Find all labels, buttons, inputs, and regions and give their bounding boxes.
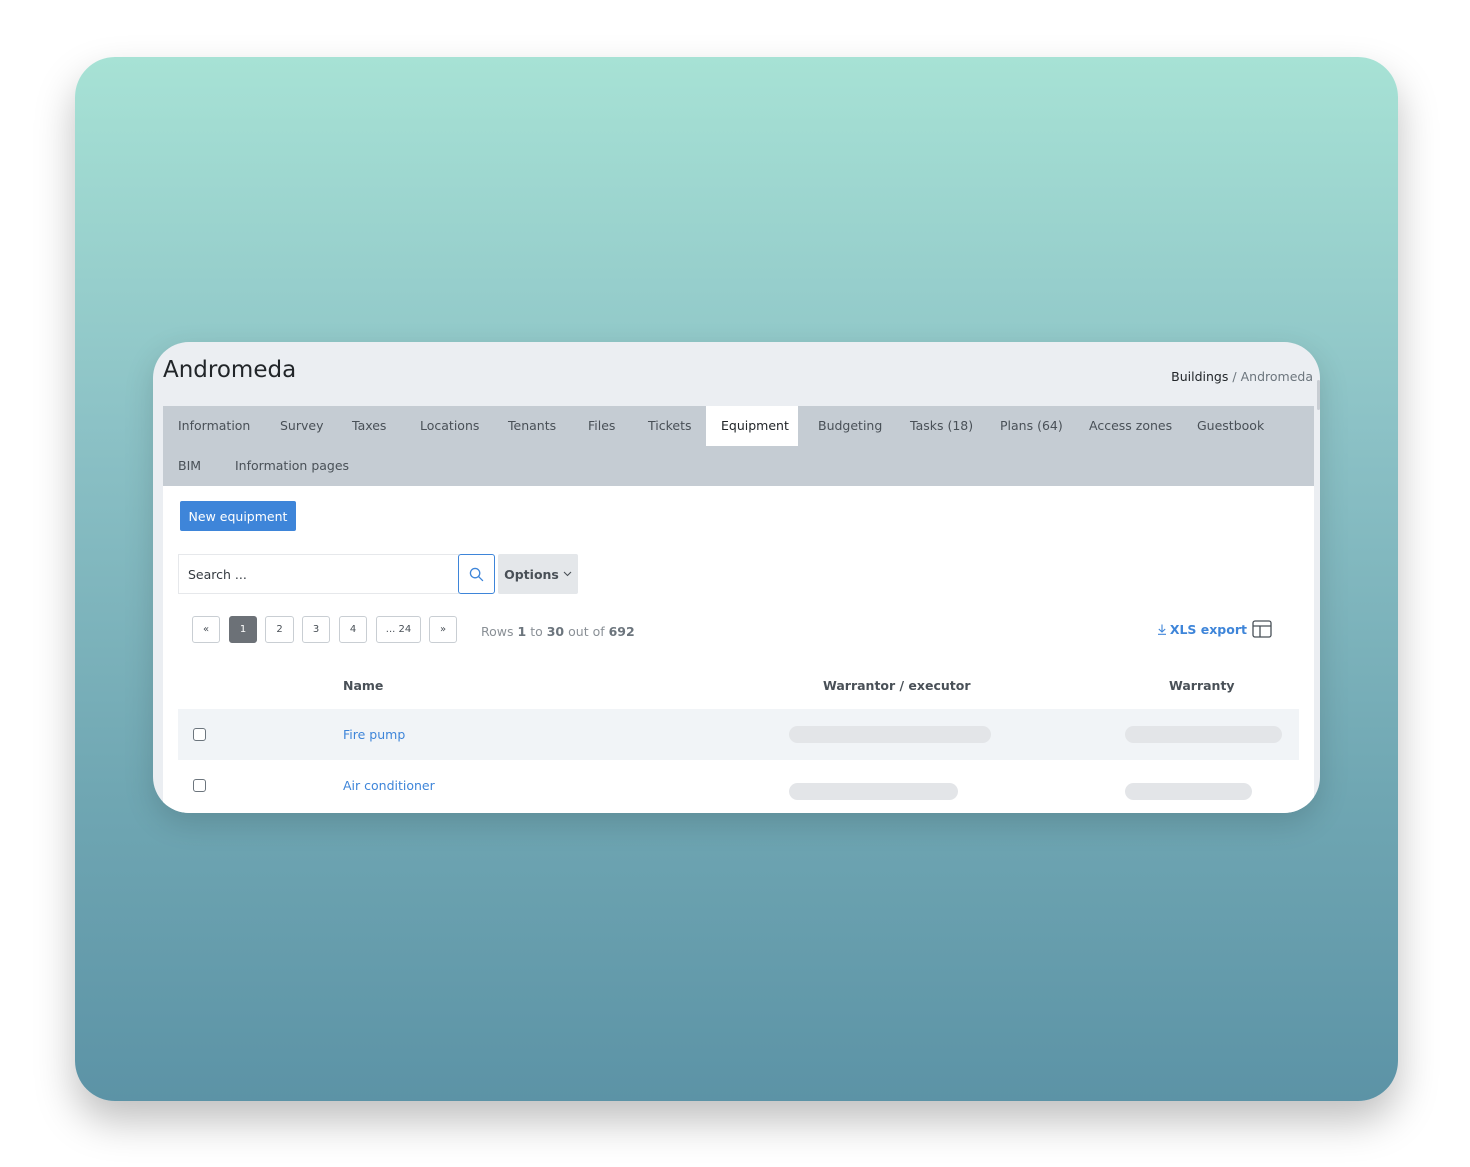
column-header-warrantor[interactable]: Warrantor / executor (823, 678, 971, 693)
loading-placeholder (1125, 783, 1252, 800)
search-button[interactable] (458, 554, 495, 594)
tab-survey[interactable]: Survey (265, 406, 338, 446)
equipment-name-link[interactable]: Fire pump (343, 727, 405, 742)
pagination-page-last[interactable]: ... 24 (376, 616, 421, 643)
column-header-warranty[interactable]: Warranty (1169, 678, 1235, 693)
xls-export-label: XLS export (1169, 622, 1247, 637)
chevron-down-icon (563, 571, 572, 577)
rows-prefix: Rows (481, 624, 514, 639)
row-checkbox[interactable] (193, 728, 206, 741)
pagination-page-2[interactable]: 2 (265, 616, 294, 643)
table-row: Air conditioner (178, 760, 1299, 811)
search-field (178, 554, 459, 594)
tab-taxes[interactable]: Taxes (337, 406, 401, 446)
options-label: Options (504, 566, 559, 582)
rows-info: Rows 1 to 30 out of 692 (481, 624, 635, 639)
tab-files[interactable]: Files (573, 406, 630, 446)
rows-from: 1 (517, 624, 527, 639)
search-icon (469, 567, 484, 581)
column-header-name[interactable]: Name (343, 678, 383, 693)
breadcrumb-buildings-link[interactable]: Buildings (1171, 369, 1228, 384)
pagination-next[interactable]: » (429, 616, 457, 643)
tab-plans[interactable]: Plans (64) (985, 406, 1078, 446)
xls-export-link[interactable]: XLS export (1157, 622, 1247, 637)
column-layout-icon[interactable] (1252, 620, 1272, 638)
pagination-page-3[interactable]: 3 (302, 616, 330, 643)
rows-out-of: out of (568, 624, 605, 639)
loading-placeholder (789, 783, 958, 800)
table-row: Fire pump (178, 709, 1299, 760)
tab-guestbook[interactable]: Guestbook (1182, 406, 1279, 446)
pagination-page-1[interactable]: 1 (229, 616, 257, 643)
tab-bar: Information Survey Taxes Locations Tenan… (163, 406, 1314, 486)
page-title: Andromeda (163, 357, 297, 383)
tab-locations[interactable]: Locations (405, 406, 494, 446)
tab-equipment[interactable]: Equipment (706, 406, 798, 446)
equipment-panel: New equipment Options « 1 2 3 4 ... 24 » (163, 486, 1314, 813)
pagination-page-4[interactable]: 4 (339, 616, 367, 643)
breadcrumb-separator: / (1232, 369, 1237, 384)
download-icon (1157, 624, 1166, 635)
tab-access-zones[interactable]: Access zones (1074, 406, 1187, 446)
new-equipment-button[interactable]: New equipment (180, 501, 296, 531)
loading-placeholder (789, 726, 991, 743)
breadcrumb: Buildings / Andromeda (1171, 369, 1313, 384)
rows-to-word: to (530, 624, 543, 639)
loading-placeholder (1125, 726, 1282, 743)
rows-to: 30 (546, 624, 565, 639)
search-input[interactable] (179, 555, 459, 593)
row-checkbox[interactable] (193, 779, 206, 792)
tab-information-pages[interactable]: Information pages (220, 446, 364, 486)
tab-tenants[interactable]: Tenants (493, 406, 571, 446)
rows-total: 692 (608, 624, 635, 639)
pagination-prev[interactable]: « (192, 616, 220, 643)
tab-tasks[interactable]: Tasks (18) (895, 406, 988, 446)
equipment-name-link[interactable]: Air conditioner (343, 778, 435, 793)
scrollbar-thumb[interactable] (1317, 380, 1320, 410)
tab-information[interactable]: Information (163, 406, 265, 446)
tab-budgeting[interactable]: Budgeting (803, 406, 897, 446)
tab-tickets[interactable]: Tickets (633, 406, 707, 446)
tab-bim[interactable]: BIM (163, 446, 216, 486)
options-dropdown[interactable]: Options (498, 554, 578, 594)
breadcrumb-current: Andromeda (1240, 369, 1313, 384)
app-window: Andromeda Buildings / Andromeda Informatio… (153, 342, 1320, 813)
